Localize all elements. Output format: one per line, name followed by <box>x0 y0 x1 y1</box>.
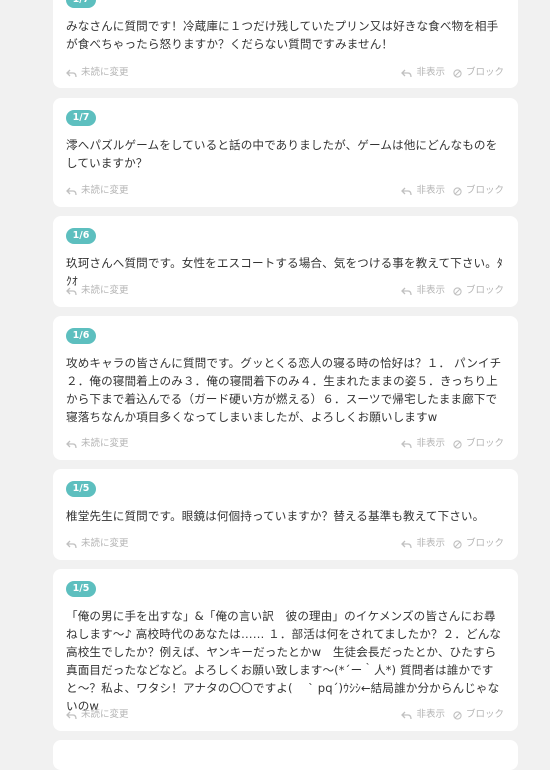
mark-unread-button[interactable]: 未読に変更 <box>66 537 129 551</box>
mark-unread-button[interactable]: 未読に変更 <box>66 184 129 198</box>
date-badge: 1/6 <box>66 228 96 244</box>
question-card: 1/7 澪へパズルゲームをしていると話の中でありましたが、ゲームは他にどんなもの… <box>53 98 518 207</box>
block-icon <box>453 439 462 449</box>
question-text: みなさんに質問です！冷蔵庫に１つだけ残していたプリン又は好きな食べ物を相手が食べ… <box>66 19 499 51</box>
question-text: 澪へパズルゲームをしていると話の中でありましたが、ゲームは他にどんなものをしてい… <box>66 138 498 170</box>
block-icon <box>453 68 462 78</box>
reply-arrow-icon <box>66 540 77 548</box>
block-button[interactable]: ブロック <box>453 537 504 551</box>
mark-unread-label: 未読に変更 <box>81 185 129 196</box>
hide-button[interactable]: 非表示 <box>401 537 445 551</box>
hide-label: 非表示 <box>416 538 445 549</box>
mark-unread-button[interactable]: 未読に変更 <box>66 284 129 298</box>
card-footer: 未読に変更 非表示 ブロック <box>66 284 504 298</box>
block-label: ブロック <box>465 438 504 449</box>
block-label: ブロック <box>465 185 504 196</box>
hide-label: 非表示 <box>416 438 445 449</box>
date-badge: 1/7 <box>66 110 96 126</box>
reply-arrow-icon <box>66 711 77 719</box>
block-button[interactable]: ブロック <box>453 66 504 80</box>
block-button[interactable]: ブロック <box>453 184 504 198</box>
reply-arrow-icon <box>401 540 413 548</box>
reply-arrow-icon <box>401 440 413 448</box>
block-icon <box>453 186 462 196</box>
card-footer: 未読に変更 非表示 ブロック <box>66 66 504 80</box>
block-icon <box>453 286 462 296</box>
reply-arrow-icon <box>66 440 77 448</box>
reply-arrow-icon <box>401 711 413 719</box>
reply-arrow-icon <box>401 287 413 295</box>
hide-label: 非表示 <box>416 185 445 196</box>
card-footer: 未読に変更 非表示 ブロック <box>66 537 504 551</box>
mark-unread-button[interactable]: 未読に変更 <box>66 708 129 722</box>
block-button[interactable]: ブロック <box>453 284 504 298</box>
card-footer: 未読に変更 非表示 ブロック <box>66 437 504 451</box>
question-card: 1/5 椎堂先生に質問です。眼鏡は何個持っていますか？替える基準も教えて下さい。… <box>53 469 518 560</box>
reply-arrow-icon <box>66 287 77 295</box>
question-text: 椎堂先生に質問です。眼鏡は何個持っていますか？替える基準も教えて下さい。 <box>66 509 485 523</box>
date-badge: 1/7 <box>66 0 96 8</box>
question-card: 1/5 「俺の男に手を出すな」&「俺の言い訳 彼の理由」のイケメンズの皆さんにお… <box>53 569 518 731</box>
date-badge: 1/5 <box>66 581 96 597</box>
reply-arrow-icon <box>401 69 413 77</box>
mark-unread-label: 未読に変更 <box>81 438 129 449</box>
question-card: 1/6 玖珂さんへ質問です。女性をエスコートする場合、気をつける事を教えて下さい… <box>53 216 518 307</box>
date-badge: 1/6 <box>66 328 96 344</box>
question-card: 1/6 攻めキャラの皆さんに質問です。グッとくる恋人の寝る時の恰好は？１． パン… <box>53 316 518 460</box>
hide-button[interactable]: 非表示 <box>401 437 445 451</box>
block-button[interactable]: ブロック <box>453 437 504 451</box>
hide-button[interactable]: 非表示 <box>401 284 445 298</box>
hide-label: 非表示 <box>416 67 445 78</box>
hide-label: 非表示 <box>416 709 445 720</box>
mark-unread-button[interactable]: 未読に変更 <box>66 66 129 80</box>
question-text: 攻めキャラの皆さんに質問です。グッとくる恋人の寝る時の恰好は？１． パンイチ ２… <box>66 356 513 424</box>
reply-arrow-icon <box>401 187 413 195</box>
mark-unread-button[interactable]: 未読に変更 <box>66 437 129 451</box>
question-card: 1/7 みなさんに質問です！冷蔵庫に１つだけ残していたプリン又は好きな食べ物を相… <box>53 0 518 88</box>
reply-arrow-icon <box>66 69 77 77</box>
reply-arrow-icon <box>66 187 77 195</box>
block-label: ブロック <box>465 709 504 720</box>
hide-button[interactable]: 非表示 <box>401 184 445 198</box>
date-badge: 1/5 <box>66 481 96 497</box>
block-button[interactable]: ブロック <box>453 708 504 722</box>
hide-button[interactable]: 非表示 <box>401 66 445 80</box>
hide-button[interactable]: 非表示 <box>401 708 445 722</box>
block-label: ブロック <box>465 67 504 78</box>
question-card <box>53 740 518 770</box>
mark-unread-label: 未読に変更 <box>81 285 129 296</box>
block-icon <box>453 539 462 549</box>
card-footer: 未読に変更 非表示 ブロック <box>66 708 504 722</box>
mark-unread-label: 未読に変更 <box>81 538 129 549</box>
mark-unread-label: 未読に変更 <box>81 67 129 78</box>
block-label: ブロック <box>465 285 504 296</box>
hide-label: 非表示 <box>416 285 445 296</box>
card-footer: 未読に変更 非表示 ブロック <box>66 184 504 198</box>
block-icon <box>453 710 462 720</box>
question-text: 「俺の男に手を出すな」&「俺の言い訳 彼の理由」のイケメンズの皆さんにお尋ねしま… <box>66 609 502 713</box>
block-label: ブロック <box>465 538 504 549</box>
mark-unread-label: 未読に変更 <box>81 709 129 720</box>
